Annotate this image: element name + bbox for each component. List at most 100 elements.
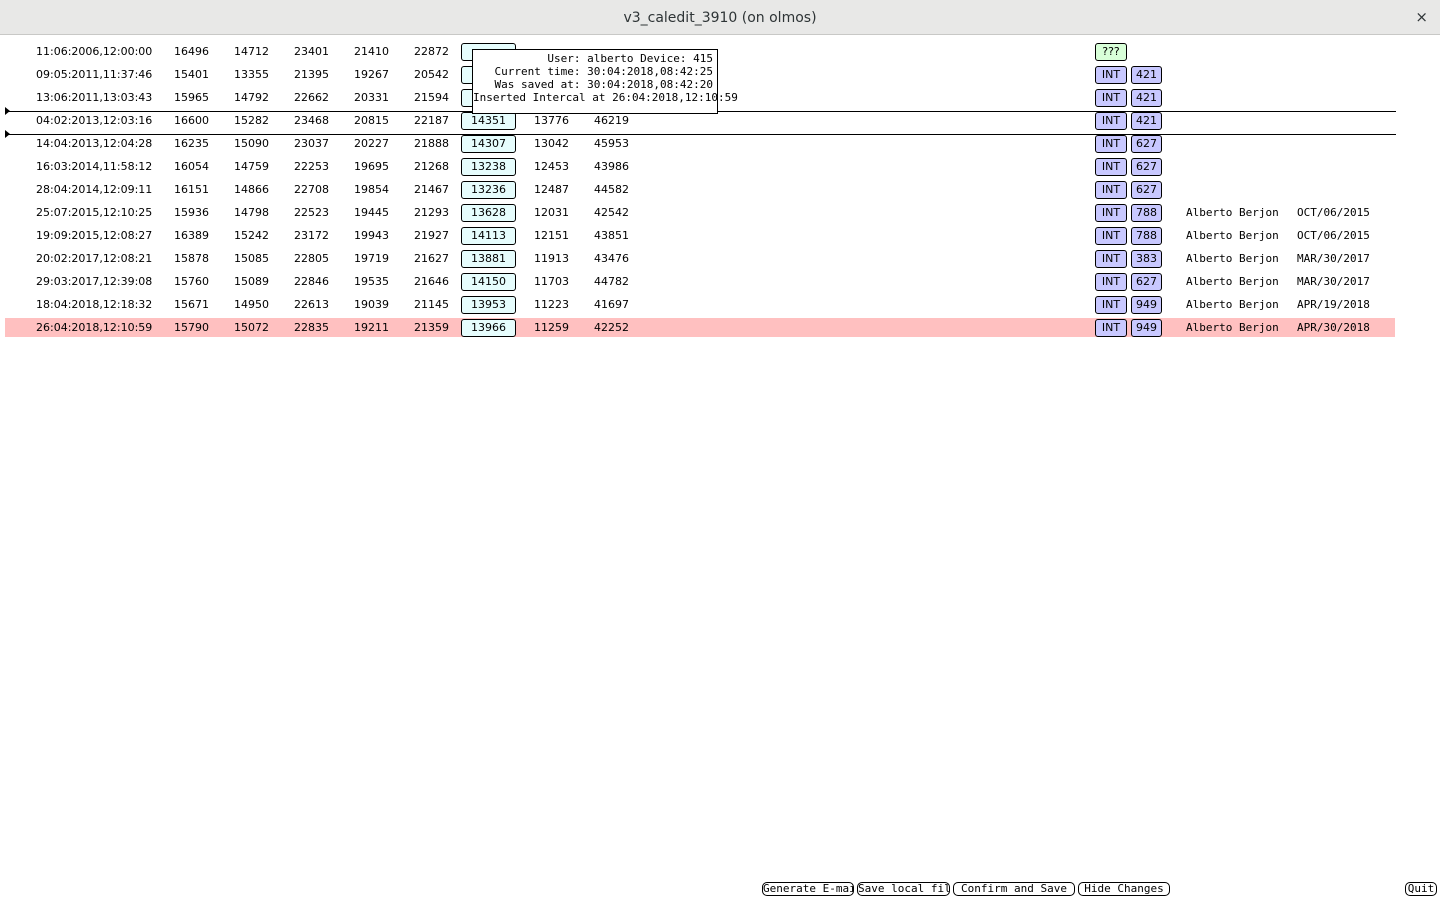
row-value-4: 19695 [354,160,389,173]
row-value-8: 43851 [594,229,629,242]
table-row[interactable]: 29:03:2017,12:39:08 15760 15089 22846 19535 2… [0,272,1440,295]
row-value-2: 14712 [234,45,269,58]
row-value-4: 21410 [354,45,389,58]
row-value-4: 20331 [354,91,389,104]
row-value-5: 21145 [414,298,449,311]
close-icon[interactable]: × [1415,8,1428,26]
row-device-tag[interactable]: 627 [1131,158,1162,176]
row-value-1: 15965 [174,91,209,104]
row-device-tag[interactable]: 788 [1131,227,1162,245]
row-type-tag[interactable]: INT [1095,319,1127,337]
row-device-tag[interactable]: 949 [1131,319,1162,337]
generate-email-button[interactable]: Generate E-mail [762,882,854,896]
row-value-7: 11259 [534,321,569,334]
table-row[interactable]: 09:05:2011,11:37:46 15401 13355 21395 19267 2… [0,65,1440,88]
row-value-3: 23037 [294,137,329,150]
row-value-2: 14798 [234,206,269,219]
row-edit-value-box[interactable]: 14351 [461,112,516,130]
row-type-tag[interactable]: INT [1095,181,1127,199]
row-saved-date: APR/30/2018 [1297,321,1370,334]
row-type-tag[interactable]: INT [1095,250,1127,268]
row-value-4: 19719 [354,252,389,265]
row-value-1: 15790 [174,321,209,334]
quit-button[interactable]: Quit [1405,882,1437,896]
row-value-2: 15242 [234,229,269,242]
row-edit-value-box[interactable]: 14150 [461,273,516,291]
row-device-tag[interactable]: 788 [1131,204,1162,222]
row-type-tag[interactable]: INT [1095,204,1127,222]
row-type-tag[interactable]: INT [1095,89,1127,107]
row-value-8: 43986 [594,160,629,173]
row-edit-value-box[interactable]: 13966 [461,319,516,337]
table-row[interactable]: 28:04:2014,12:09:11 16151 14866 22708 19854 2… [0,180,1440,203]
row-marker-icon [5,130,10,138]
save-local-file-button[interactable]: Save local file [857,882,950,896]
row-device-tag[interactable]: 627 [1131,181,1162,199]
tooltip-current-time: Current time: 30:04:2018,08:42:25 [494,65,713,78]
confirm-and-save-button[interactable]: Confirm and Save [953,882,1075,896]
row-value-3: 22662 [294,91,329,104]
row-value-2: 14866 [234,183,269,196]
row-date: 14:04:2013,12:04:28 [36,137,153,150]
row-device-tag[interactable]: 421 [1131,66,1162,84]
row-value-8: 45953 [594,137,629,150]
row-value-8: 44782 [594,275,629,288]
table-row[interactable]: 11:06:2006,12:00:00 16496 14712 23401 21410 2… [0,42,1440,65]
row-date: 18:04:2018,12:18:32 [36,298,153,311]
hide-changes-button[interactable]: Hide Changes [1078,882,1170,896]
row-value-3: 22846 [294,275,329,288]
table-row[interactable]: 14:04:2013,12:04:28 16235 15090 23037 20227 2… [0,134,1440,157]
row-value-4: 19445 [354,206,389,219]
table-row[interactable]: 26:04:2018,12:10:59 15790 15072 22835 19211 2… [0,318,1440,341]
row-value-5: 21888 [414,137,449,150]
row-edit-value-box[interactable]: 13236 [461,181,516,199]
row-saved-date: MAR/30/2017 [1297,252,1370,265]
row-value-2: 15072 [234,321,269,334]
row-value-3: 22805 [294,252,329,265]
row-value-1: 15760 [174,275,209,288]
row-type-tag[interactable]: ??? [1095,43,1127,61]
table-row[interactable]: 18:04:2018,12:18:32 15671 14950 22613 19039 2… [0,295,1440,318]
row-edit-value-box[interactable]: 13238 [461,158,516,176]
row-user: Alberto Berjon [1186,252,1279,265]
row-device-tag[interactable]: 421 [1131,112,1162,130]
row-date: 16:03:2014,11:58:12 [36,160,153,173]
row-value-3: 21395 [294,68,329,81]
row-device-tag[interactable]: 383 [1131,250,1162,268]
row-type-tag[interactable]: INT [1095,66,1127,84]
row-value-4: 20227 [354,137,389,150]
row-value-1: 15936 [174,206,209,219]
tooltip-saved-at: Was saved at: 30:04:2018,08:42:20 [494,78,713,91]
table-row[interactable]: 16:03:2014,11:58:12 16054 14759 22253 19695 2… [0,157,1440,180]
row-edit-value-box[interactable]: 13953 [461,296,516,314]
row-edit-value-box[interactable]: 13881 [461,250,516,268]
row-value-7: 12031 [534,206,569,219]
table-row[interactable]: 19:09:2015,12:08:27 16389 15242 23172 19943 2… [0,226,1440,249]
row-type-tag[interactable]: INT [1095,296,1127,314]
row-date: 09:05:2011,11:37:46 [36,68,153,81]
table-row[interactable]: 25:07:2015,12:10:25 15936 14798 22523 19445 2… [0,203,1440,226]
row-type-tag[interactable]: INT [1095,158,1127,176]
row-user: Alberto Berjon [1186,298,1279,311]
row-type-tag[interactable]: INT [1095,273,1127,291]
table-row[interactable]: 20:02:2017,12:08:21 15878 15085 22805 19719 2… [0,249,1440,272]
row-value-5: 21467 [414,183,449,196]
window-titlebar: v3_caledit_3910 (on olmos) × [0,0,1440,35]
row-user: Alberto Berjon [1186,275,1279,288]
calibration-table: 11:06:2006,12:00:00 16496 14712 23401 21410 2… [0,42,1440,341]
row-device-tag[interactable]: 949 [1131,296,1162,314]
row-type-tag[interactable]: INT [1095,227,1127,245]
row-type-tag[interactable]: INT [1095,112,1127,130]
row-edit-value-box[interactable]: 13628 [461,204,516,222]
row-edit-value-box[interactable]: 14113 [461,227,516,245]
row-saved-date: APR/19/2018 [1297,298,1370,311]
row-value-8: 46219 [594,114,629,127]
row-value-3: 22523 [294,206,329,219]
row-device-tag[interactable]: 421 [1131,89,1162,107]
row-device-tag[interactable]: 627 [1131,135,1162,153]
table-row[interactable]: 04:02:2013,12:03:16 16600 15282 23468 20815 2… [0,111,1440,134]
row-value-5: 22872 [414,45,449,58]
row-type-tag[interactable]: INT [1095,135,1127,153]
row-device-tag[interactable]: 627 [1131,273,1162,291]
row-edit-value-box[interactable]: 14307 [461,135,516,153]
